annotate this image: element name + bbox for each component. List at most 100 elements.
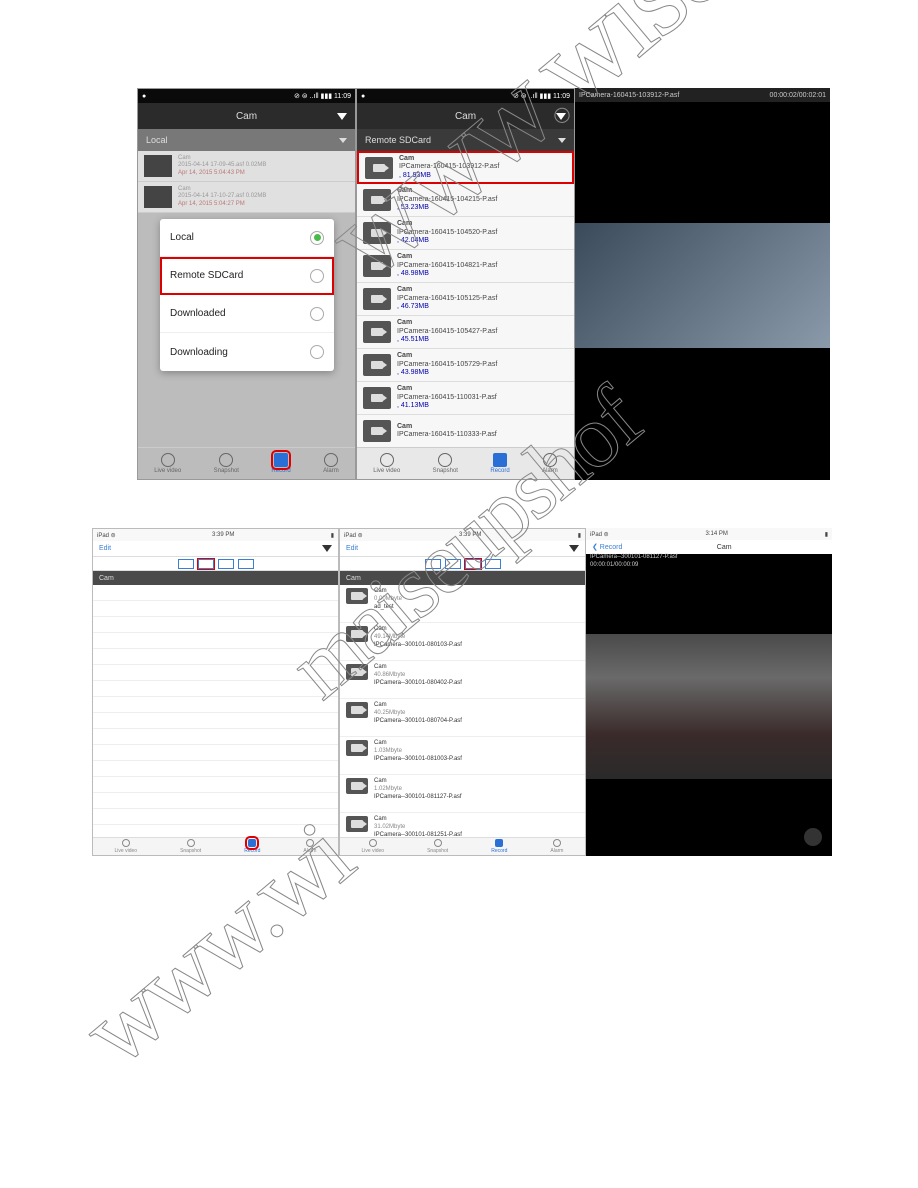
- list-item[interactable]: CamIPCamera-160415-105427-P.asf, 45.51MB: [357, 316, 574, 349]
- phone2: ● ⊘ ⊜ ..ıll ▮▮▮ 11:09 Cam Remote SDCard …: [356, 88, 575, 480]
- tab-bar: Live video Snapshot Record Alarm: [340, 837, 585, 855]
- play-button[interactable]: [804, 828, 822, 846]
- list-item[interactable]: CamIPCamera-160415-105125-P.asf, 46.73MB: [357, 283, 574, 316]
- tool-1[interactable]: [178, 559, 194, 569]
- modal-option-downloaded[interactable]: Downloaded: [160, 295, 334, 333]
- tab-bar: Live video Snapshot Record Alarm: [138, 447, 355, 479]
- tool-2[interactable]: [445, 559, 461, 569]
- item-text: Cam49.14MbyteIPCamera--300101-080103-P.a…: [374, 626, 462, 649]
- thumbnail: [144, 186, 172, 208]
- filter-icon[interactable]: [322, 545, 332, 552]
- filter-icon[interactable]: [337, 113, 347, 120]
- list-item[interactable]: CamIPCamera-160415-103912-P.asf, 81.93MB: [357, 151, 574, 184]
- row2-screenshots: iPad ⊜ 3:39 PM ▮ Edit Cam: [92, 528, 832, 856]
- tab-snapshot[interactable]: Snapshot: [214, 453, 239, 474]
- tablet2: iPad ⊜ 3:39 PM ▮ Edit Cam Cam0.00Mbytead…: [339, 528, 586, 856]
- status-bar: iPad ⊜ 3:14 PM ▮: [586, 528, 832, 540]
- tab-bar: Live video Snapshot Record Alarm: [357, 447, 574, 479]
- tab-record[interactable]: Record: [491, 839, 507, 854]
- tool-1[interactable]: [425, 559, 441, 569]
- status-bar: iPad ⊜ 3:39 PM ▮: [340, 529, 585, 541]
- camera-dropdown[interactable]: Cam: [93, 571, 338, 585]
- list-item[interactable]: CamIPCamera-160415-110031-P.asf, 41.13MB: [357, 382, 574, 415]
- modal-option-local[interactable]: Local: [160, 219, 334, 257]
- camera-icon: [363, 354, 391, 376]
- list-item: Cam 2015-04-14 17-09-45.asf 0.02MB Apr 1…: [138, 151, 355, 182]
- camera-dropdown[interactable]: Cam: [340, 571, 585, 585]
- tab-record[interactable]: Record: [271, 453, 290, 474]
- page-title: Cam: [717, 544, 732, 551]
- status-left: ●: [361, 93, 365, 100]
- item-text: CamIPCamera-160415-110031-P.asf, 41.13MB: [397, 385, 497, 410]
- source-dropdown[interactable]: Remote SDCard: [357, 129, 574, 151]
- caret-icon: [339, 138, 347, 143]
- item-text: Cam40.25MbyteIPCamera--300101-080704-P.a…: [374, 702, 462, 725]
- list-item[interactable]: Cam40.86MbyteIPCamera--300101-080402-P.a…: [340, 661, 585, 699]
- tab-alarm[interactable]: Alarm: [303, 839, 316, 854]
- list-item[interactable]: Cam0.00Mbytead_test: [340, 585, 585, 623]
- list-item[interactable]: Cam1.02MbyteIPCamera--300101-081127-P.as…: [340, 775, 585, 813]
- tool-3[interactable]: [465, 559, 481, 569]
- title-bar: Cam: [357, 103, 574, 129]
- camera-icon: [363, 255, 391, 277]
- filter-icon[interactable]: [556, 113, 566, 120]
- camera-icon: [346, 702, 368, 718]
- camera-icon: [346, 778, 368, 794]
- back-button[interactable]: ❮ Record: [592, 543, 622, 551]
- list-item[interactable]: Cam49.14MbyteIPCamera--300101-080103-P.a…: [340, 623, 585, 661]
- camera-icon: [363, 387, 391, 409]
- camera-icon: [346, 626, 368, 642]
- camera-icon: [363, 189, 391, 211]
- toolbar: [340, 557, 585, 571]
- item-text: Cam1.02MbyteIPCamera--300101-081127-P.as…: [374, 778, 462, 801]
- tab-snapshot[interactable]: Snapshot: [180, 839, 201, 854]
- list-item[interactable]: CamIPCamera-160415-104520-P.asf, 42.04MB: [357, 217, 574, 250]
- filter-icon[interactable]: [569, 545, 579, 552]
- modal-option-remote-sdcard[interactable]: Remote SDCard: [160, 257, 334, 295]
- list-item[interactable]: CamIPCamera-160415-105729-P.asf, 43.98MB: [357, 349, 574, 382]
- tab-alarm[interactable]: Alarm: [323, 453, 339, 474]
- camera-icon: [346, 740, 368, 756]
- tool-3[interactable]: [218, 559, 234, 569]
- row1-screenshots: ● ⊘ ⊜ ..ıll ▮▮▮ 11:09 Cam Local Cam 2015…: [137, 88, 830, 480]
- list-item[interactable]: Cam1.03MbyteIPCamera--300101-081003-P.as…: [340, 737, 585, 775]
- tool-4[interactable]: [485, 559, 501, 569]
- source-dropdown[interactable]: Local: [138, 129, 355, 151]
- modal-option-downloading[interactable]: Downloading: [160, 333, 334, 371]
- list-item[interactable]: Cam40.25MbyteIPCamera--300101-080704-P.a…: [340, 699, 585, 737]
- tab-live[interactable]: Live video: [362, 839, 385, 854]
- tab-live[interactable]: Live video: [373, 453, 400, 474]
- tab-live[interactable]: Live video: [154, 453, 181, 474]
- edit-button[interactable]: Edit: [346, 545, 358, 552]
- tab-live[interactable]: Live video: [115, 839, 138, 854]
- tab-snapshot[interactable]: Snapshot: [433, 453, 458, 474]
- video-frame[interactable]: [586, 634, 832, 779]
- record-icon: [248, 839, 256, 847]
- list-item[interactable]: CamIPCamera-160415-104215-P.asf, 53.23MB: [357, 184, 574, 217]
- tab-alarm[interactable]: Alarm: [542, 453, 558, 474]
- tab-snapshot[interactable]: Snapshot: [427, 839, 448, 854]
- edit-button[interactable]: Edit: [99, 545, 111, 552]
- player-timecode: 00:00:01/00:00:09: [590, 562, 638, 568]
- list-item[interactable]: CamIPCamera-160415-104821-P.asf, 48.98MB: [357, 250, 574, 283]
- item-text: Cam 2015-04-14 17-10-27.asf 0.02MB Apr 1…: [178, 186, 266, 208]
- camera-icon: [365, 157, 393, 179]
- player-header: IPCamera-160415-103912-P.asf 00:00:02/00…: [575, 88, 830, 102]
- item-text: CamIPCamera-160415-105125-P.asf, 46.73MB: [397, 286, 497, 311]
- item-text: Cam 2015-04-14 17-09-45.asf 0.02MB Apr 1…: [178, 155, 266, 177]
- tab-record[interactable]: Record: [490, 453, 509, 474]
- status-bar: iPad ⊜ 3:39 PM ▮: [93, 529, 338, 541]
- dropdown-label: Remote SDCard: [365, 135, 431, 145]
- list-item[interactable]: CamIPCamera-160415-110333-P.asf: [357, 415, 574, 447]
- tool-2[interactable]: [198, 559, 214, 569]
- video-frame[interactable]: [575, 223, 830, 348]
- item-text: Cam1.03MbyteIPCamera--300101-081003-P.as…: [374, 740, 462, 763]
- tab-record[interactable]: Record: [244, 839, 260, 854]
- item-text: Cam31.02MbyteIPCamera--300101-081251-P.a…: [374, 816, 462, 837]
- camera-icon: [363, 321, 391, 343]
- tool-4[interactable]: [238, 559, 254, 569]
- tab-alarm[interactable]: Alarm: [550, 839, 563, 854]
- list-item[interactable]: Cam31.02MbyteIPCamera--300101-081251-P.a…: [340, 813, 585, 837]
- status-right: ⊘ ⊜ ..ıll ▮▮▮ 11:09: [294, 92, 351, 100]
- nav-bar: Edit: [93, 541, 338, 557]
